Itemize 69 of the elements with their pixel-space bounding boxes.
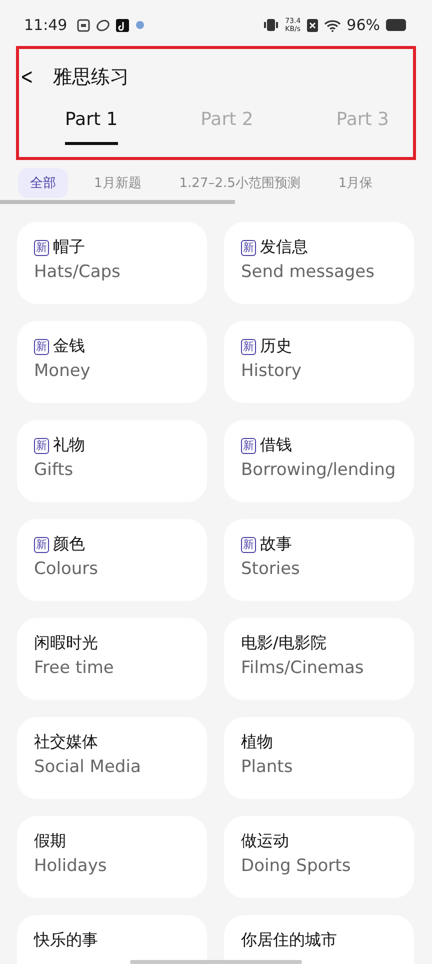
new-badge: 新 [241, 240, 256, 256]
status-time: 11:49 [24, 16, 68, 34]
topic-subtitle: Gifts [34, 460, 74, 480]
topic-card[interactable]: 新 帽子 Hats/Caps [17, 222, 207, 304]
app-icon [116, 18, 130, 32]
topic-card[interactable]: 闲暇时光 Free time [17, 618, 207, 700]
topic-card[interactable]: 做运动 Doing Sports [224, 816, 414, 898]
sim-icon [306, 18, 318, 32]
topic-subtitle: Plants [241, 757, 294, 777]
topic-card[interactable]: 新 故事 Stories [224, 519, 414, 601]
topic-card[interactable]: 电影/电影院 Films/Cinemas [224, 618, 414, 700]
topic-title: 故事 [260, 534, 292, 555]
topic-card[interactable]: 植物 Plants [224, 717, 414, 799]
topic-title: 金钱 [53, 336, 85, 357]
wifi-icon [324, 18, 341, 32]
new-badge: 新 [34, 438, 49, 454]
topic-card[interactable]: 社交媒体 Social Media [17, 717, 207, 799]
new-badge: 新 [34, 338, 49, 354]
topic-title: 你居住的城市 [241, 930, 337, 951]
topic-subtitle: Hats/Caps [34, 262, 122, 282]
new-badge: 新 [34, 536, 49, 552]
topic-card[interactable]: 新 发信息 Send messages [224, 222, 414, 304]
topic-subtitle: Money [34, 361, 92, 381]
topic-subtitle: Send messages [241, 262, 376, 282]
topic-subtitle: History [241, 361, 302, 381]
topic-title: 发信息 [260, 237, 308, 258]
topic-card[interactable]: 你居住的城市 [224, 915, 414, 964]
part-tab[interactable]: Part 1 [65, 105, 118, 145]
page-title: 雅思练习 [53, 65, 129, 90]
topic-title: 假期 [34, 831, 66, 852]
topic-card[interactable]: 新 金钱 Money [17, 321, 207, 403]
topic-title: 快乐的事 [34, 930, 98, 951]
new-badge: 新 [241, 338, 256, 354]
topic-title: 社交媒体 [34, 732, 98, 753]
new-badge: 新 [241, 536, 256, 552]
vibrate-icon [263, 18, 280, 32]
home-indicator[interactable] [130, 960, 302, 964]
topic-subtitle: Free time [34, 658, 115, 678]
topic-subtitle: Films/Cinemas [241, 658, 365, 678]
app-icon [77, 18, 90, 32]
topic-title: 电影/电影院 [241, 633, 326, 654]
topic-card[interactable]: 新 礼物 Gifts [17, 420, 207, 502]
topic-card[interactable]: 快乐的事 [17, 915, 207, 964]
topic-subtitle: Doing Sports [241, 856, 352, 876]
topic-card[interactable]: 新 借钱 Borrowing/lending [224, 420, 414, 502]
battery-percent: 96% [346, 16, 380, 34]
topic-card[interactable]: 假期 Holidays [17, 816, 207, 898]
new-badge: 新 [34, 240, 49, 256]
topic-card[interactable]: 新 颜色 Colours [17, 519, 207, 601]
topic-subtitle: Colours [34, 559, 100, 579]
topic-title: 闲暇时光 [34, 633, 98, 654]
topic-title: 植物 [241, 732, 273, 753]
topic-subtitle: Stories [241, 559, 301, 579]
topic-subtitle: Borrowing/lending [241, 460, 397, 480]
back-button[interactable]: < [19, 64, 43, 90]
topic-subtitle: Social Media [34, 757, 142, 777]
topic-title: 借钱 [260, 435, 292, 456]
topic-title: 做运动 [241, 831, 289, 852]
topic-title: 礼物 [53, 435, 85, 456]
topic-title: 颜色 [53, 534, 85, 555]
app-icon [96, 18, 110, 32]
filter-chip[interactable]: 全部 [18, 168, 68, 198]
new-badge: 新 [241, 438, 256, 454]
topic-title: 帽子 [53, 237, 85, 258]
topic-subtitle: Holidays [34, 856, 108, 876]
topic-card[interactable]: 新 历史 History [224, 321, 414, 403]
topic-title: 历史 [260, 336, 292, 357]
battery-icon [386, 19, 408, 31]
app-icon [135, 19, 146, 31]
